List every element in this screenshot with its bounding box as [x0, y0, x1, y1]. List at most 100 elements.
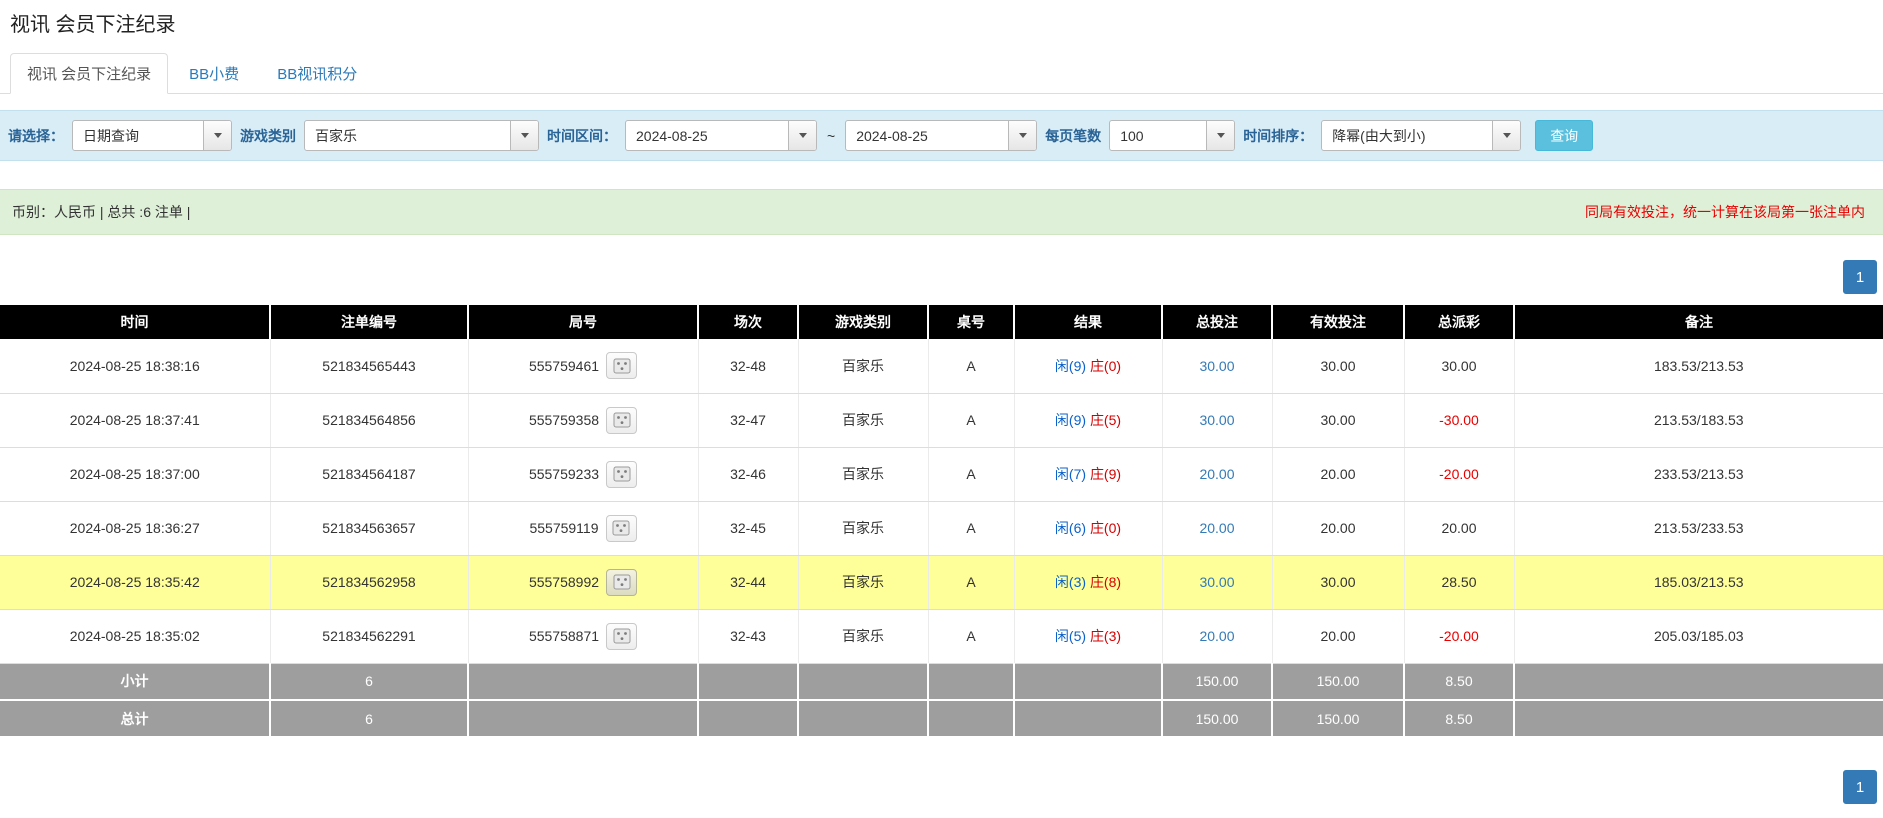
table-row: 2024-08-25 18:37:00 521834564187 5557592… [0, 447, 1883, 501]
time-range-label: 时间区间： [547, 126, 617, 146]
subtotal-payout: 8.50 [1404, 663, 1514, 700]
round-cell: 555758992 [468, 555, 698, 609]
subtotal-spacer [1514, 663, 1883, 700]
subtotal-spacer [468, 663, 698, 700]
grand-total-row: 总计 6 150.00 150.00 8.50 [0, 700, 1883, 737]
col-header-bet-id: 注单编号 [270, 305, 468, 339]
caret-glyph [1217, 133, 1225, 138]
time-cell: 2024-08-25 18:35:02 [0, 609, 270, 663]
chevron-down-icon[interactable] [1206, 121, 1234, 150]
page-size-value: 100 [1110, 121, 1206, 150]
note-cell: 213.53/183.53 [1514, 393, 1883, 447]
subtotal-spacer [1014, 663, 1162, 700]
chevron-down-icon[interactable] [510, 121, 538, 150]
search-button[interactable]: 查询 [1535, 120, 1593, 151]
note-cell: 183.53/213.53 [1514, 339, 1883, 393]
note-cell: 213.53/233.53 [1514, 501, 1883, 555]
tab-betting-records[interactable]: 视讯 会员下注纪录 [10, 53, 168, 94]
total-bet-cell: 20.00 [1162, 609, 1272, 663]
result-cell: 闲(7) 庄(9) [1014, 447, 1162, 501]
result-banker-value: 庄(9) [1090, 466, 1121, 482]
result-player-value: 闲(7) [1055, 466, 1086, 482]
game-type-value: 百家乐 [305, 121, 510, 150]
dice-replay-icon [613, 412, 631, 428]
page-size-select[interactable]: 100 [1109, 120, 1235, 151]
total-bet-link[interactable]: 20.00 [1199, 628, 1234, 644]
date-from-select[interactable]: 2024-08-25 [625, 120, 817, 151]
round-cell: 555759233 [468, 447, 698, 501]
caret-glyph [1503, 133, 1511, 138]
result-player-value: 闲(9) [1055, 358, 1086, 374]
chevron-down-icon[interactable] [203, 121, 231, 150]
date-to-select[interactable]: 2024-08-25 [845, 120, 1037, 151]
page-1-button[interactable]: 1 [1843, 260, 1877, 294]
date-from-value: 2024-08-25 [626, 121, 788, 150]
chevron-down-icon[interactable] [1492, 121, 1520, 150]
caret-glyph [1019, 133, 1027, 138]
game-type-cell: 百家乐 [798, 393, 928, 447]
session-cell: 32-46 [698, 447, 798, 501]
bet-id-cell: 521834562291 [270, 609, 468, 663]
video-replay-button[interactable] [606, 569, 637, 596]
bet-id-cell: 521834564187 [270, 447, 468, 501]
total-bet-link[interactable]: 30.00 [1199, 574, 1234, 590]
subtotal-total-bet: 150.00 [1162, 663, 1272, 700]
session-cell: 32-44 [698, 555, 798, 609]
page-size-label: 每页笔数 [1045, 126, 1101, 146]
col-header-payout: 总派彩 [1404, 305, 1514, 339]
game-type-select[interactable]: 百家乐 [304, 120, 539, 151]
video-replay-button[interactable] [606, 352, 637, 379]
query-type-select[interactable]: 日期查询 [72, 120, 232, 151]
range-separator: ~ [825, 128, 837, 144]
payout-cell: 20.00 [1404, 501, 1514, 555]
col-header-table-no: 桌号 [928, 305, 1014, 339]
payout-value: -20.00 [1439, 628, 1479, 644]
grand-total-spacer [928, 700, 1014, 737]
grand-total-valid-bet: 150.00 [1272, 700, 1404, 737]
video-replay-button[interactable] [606, 461, 637, 488]
total-bet-link[interactable]: 20.00 [1199, 520, 1234, 536]
page-1-button[interactable]: 1 [1843, 770, 1877, 804]
table-row: 2024-08-25 18:37:41 521834564856 5557593… [0, 393, 1883, 447]
total-bet-cell: 30.00 [1162, 339, 1272, 393]
total-bet-link[interactable]: 20.00 [1199, 466, 1234, 482]
grand-total-spacer [1014, 700, 1162, 737]
note-cell: 185.03/213.53 [1514, 555, 1883, 609]
payout-value: 30.00 [1441, 358, 1476, 374]
table-no-cell: A [928, 555, 1014, 609]
sort-order-select[interactable]: 降幂(由大到小) [1321, 120, 1521, 151]
session-cell: 32-45 [698, 501, 798, 555]
currency-summary-text: 币别：人民币 | 总共 :6 注单 | [12, 202, 190, 222]
tab-bb-video-points[interactable]: BB视讯积分 [260, 53, 374, 94]
total-bet-link[interactable]: 30.00 [1199, 358, 1234, 374]
video-replay-button[interactable] [606, 407, 637, 434]
video-replay-button[interactable] [606, 515, 637, 542]
round-cell: 555759358 [468, 393, 698, 447]
chevron-down-icon[interactable] [788, 121, 816, 150]
col-header-game-type: 游戏类别 [798, 305, 928, 339]
payout-value: 20.00 [1441, 520, 1476, 536]
subtotal-row: 小计 6 150.00 150.00 8.50 [0, 663, 1883, 700]
pagination-top: 1 [0, 260, 1883, 294]
table-no-cell: A [928, 447, 1014, 501]
valid-bet-cell: 30.00 [1272, 339, 1404, 393]
grand-total-spacer [1514, 700, 1883, 737]
grand-total-label: 总计 [0, 700, 270, 737]
table-no-cell: A [928, 339, 1014, 393]
total-bet-link[interactable]: 30.00 [1199, 412, 1234, 428]
tab-bb-tip[interactable]: BB小费 [172, 53, 256, 94]
result-banker-value: 庄(8) [1090, 574, 1121, 590]
col-header-valid-bet: 有效投注 [1272, 305, 1404, 339]
grand-total-spacer [798, 700, 928, 737]
time-cell: 2024-08-25 18:36:27 [0, 501, 270, 555]
result-banker-value: 庄(0) [1090, 520, 1121, 536]
chevron-down-icon[interactable] [1008, 121, 1036, 150]
dice-replay-icon [613, 574, 631, 590]
round-id-value: 555759461 [529, 358, 599, 374]
total-bet-cell: 20.00 [1162, 447, 1272, 501]
session-cell: 32-48 [698, 339, 798, 393]
video-replay-button[interactable] [606, 623, 637, 650]
session-cell: 32-47 [698, 393, 798, 447]
query-type-value: 日期查询 [73, 121, 203, 150]
payout-cell: 28.50 [1404, 555, 1514, 609]
